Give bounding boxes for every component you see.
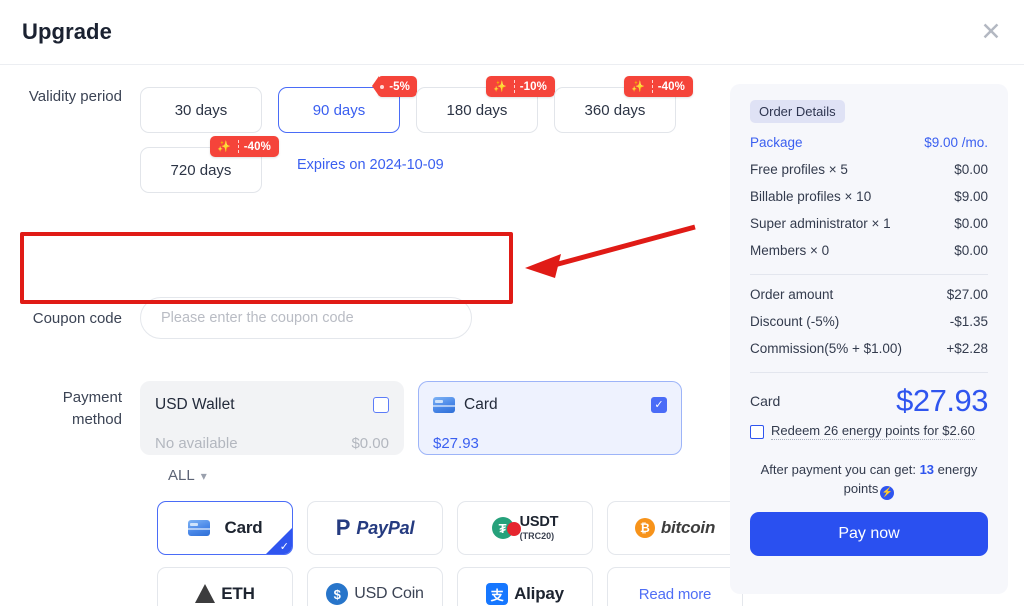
order-details-badge: Order Details (750, 100, 845, 123)
payment-filter-label: ALL (168, 467, 195, 484)
payment-card-usd-wallet[interactable]: USD Wallet No available $0.00 (140, 381, 404, 455)
bitcoin-icon: ₿ (634, 518, 655, 538)
sparkle-icon: ✨ (631, 81, 645, 93)
badge-divider (513, 80, 515, 93)
dialog-header: Upgrade ✕ (0, 0, 1024, 65)
payment-card-subtitle: No available (155, 435, 238, 452)
validity-option-30[interactable]: 30 days (140, 87, 262, 133)
order-line-package: Package $9.00 /mo. (750, 135, 988, 150)
payment-logo-eth[interactable]: ETH (157, 567, 293, 606)
payment-logo-label: USDT (519, 514, 559, 531)
payment-logo-card[interactable]: Card ✓ (157, 501, 293, 555)
payment-logo-label: USD Coin (354, 585, 424, 602)
payment-logo-alipay[interactable]: 支 Alipay (457, 567, 593, 606)
left-column: Validity period 30 days 90 days -5% 180 … (0, 65, 743, 606)
validity-options: 30 days 90 days -5% 180 days ✨ -10% 360 … (140, 76, 700, 193)
usdt-icon: ₮ (491, 517, 521, 539)
order-summary-order-amount: Order amount $27.00 (750, 287, 988, 302)
validity-option-180[interactable]: 180 days ✨ -10% (416, 76, 555, 133)
payment-logo-label: Read more (638, 585, 712, 603)
payment-card-checkbox[interactable] (373, 397, 389, 413)
alipay-icon: 支 (486, 583, 509, 605)
validity-option-720[interactable]: 720 days ✨ -40% (140, 136, 279, 193)
order-line-super-administrator: Super administrator × 1 $0.00 (750, 216, 988, 231)
payment-logo-label: bitcoin (660, 518, 716, 537)
payment-card-title: USD Wallet (155, 396, 235, 413)
order-line-billable-profiles: Billable profiles × 10 $9.00 (750, 189, 988, 204)
discount-badge: -5% (372, 76, 417, 97)
payment-logo-label: Alipay (514, 584, 564, 603)
coupon-code-label: Coupon code (32, 309, 122, 327)
payment-card-checkbox[interactable]: ✓ (651, 397, 667, 413)
payment-logo-label: Card (224, 518, 263, 537)
order-summary-discount: Discount (-5%) -$1.35 (750, 314, 988, 329)
discount-badge: ✨ -40% (210, 136, 279, 157)
validity-option-label: 90 days (312, 101, 366, 119)
badge-divider (651, 80, 653, 93)
payment-logo-grid: Card ✓ P PayPal ₮ USDT (TRC20) ₿ bitcoin (157, 501, 743, 606)
bolt-icon: ⚡ (880, 485, 895, 500)
credit-card-icon (187, 520, 210, 536)
payment-card-amount: $0.00 (351, 435, 389, 452)
pay-now-button[interactable]: Pay now (750, 511, 988, 556)
paypal-icon: P (335, 515, 351, 540)
validity-period-section: Validity period 30 days 90 days -5% 180 … (0, 76, 728, 193)
validity-option-label: 30 days (174, 101, 228, 119)
divider (750, 274, 988, 275)
energy-points-value: 13 (919, 462, 935, 477)
payment-logo-usdt[interactable]: ₮ USDT (TRC20) (457, 501, 593, 555)
validity-option-label: 720 days (170, 161, 232, 179)
redeem-checkbox[interactable] (750, 424, 764, 439)
redeem-label: Redeem 26 energy points for $2.60 (771, 423, 975, 440)
payment-method-section: Payment method USD Wallet No available $… (0, 381, 728, 455)
after-payment-note: After payment you can get: 13 energy poi… (750, 460, 988, 500)
order-total-row: Card $27.93 (750, 383, 988, 419)
payment-card-title: Card (464, 396, 498, 413)
validity-option-label: 360 days (584, 101, 646, 119)
payment-logo-label: ETH (221, 584, 255, 603)
payment-filter-dropdown[interactable]: ALL ▾ (168, 467, 207, 484)
credit-card-icon (433, 397, 455, 413)
order-total-label: Card (750, 393, 781, 409)
validity-option-label: 180 days (446, 101, 508, 119)
payment-logo-usdcoin[interactable]: $ USD Coin (307, 567, 443, 606)
order-details-panel: Order Details Package $9.00 /mo. Free pr… (730, 84, 1008, 594)
order-line-members: Members × 0 $0.00 (750, 243, 988, 258)
coupon-code-input[interactable] (140, 297, 472, 339)
expiry-text: Expires on 2024-10-09 (297, 157, 444, 173)
payment-method-cards: USD Wallet No available $0.00 Card ✓ $27… (140, 381, 682, 455)
payment-method-label: Payment method (62, 389, 122, 428)
page-title: Upgrade (22, 19, 112, 44)
validity-option-360[interactable]: 360 days ✨ -40% (554, 76, 693, 133)
payment-logo-bitcoin[interactable]: ₿ bitcoin (607, 501, 743, 555)
sparkle-icon: ✨ (493, 81, 507, 93)
payment-logo-read-more[interactable]: Read more (607, 567, 743, 606)
order-total-value: $27.93 (896, 383, 988, 418)
validity-period-label: Validity period (28, 88, 122, 105)
badge-divider (237, 140, 239, 153)
coupon-section: Coupon code (0, 297, 728, 339)
payment-logo-sublabel: (TRC20) (519, 530, 555, 541)
ethereum-icon (195, 583, 216, 603)
usdcoin-icon: $ (326, 583, 349, 605)
chevron-down-icon: ▾ (200, 468, 207, 483)
payment-card-card[interactable]: Card ✓ $27.93 (418, 381, 682, 455)
payment-logo-paypal[interactable]: P PayPal (307, 501, 443, 555)
redeem-energy-points-row[interactable]: Redeem 26 energy points for $2.60 (750, 423, 988, 440)
sparkle-icon: ✨ (217, 141, 231, 153)
divider (750, 372, 988, 373)
validity-option-90[interactable]: 90 days -5% (278, 76, 417, 133)
order-line-free-profiles: Free profiles × 5 $0.00 (750, 162, 988, 177)
payment-logo-label-group: USDT (TRC20) (520, 515, 559, 541)
upgrade-dialog: Upgrade ✕ Validity period 30 days 90 day… (0, 0, 1024, 606)
payment-card-subtitle: $27.93 (433, 435, 479, 452)
close-icon[interactable]: ✕ (976, 17, 1006, 47)
discount-badge: ✨ -40% (624, 76, 693, 97)
payment-logo-label: PayPal (356, 517, 415, 538)
order-summary-commission: Commission(5% + $1.00) +$2.28 (750, 341, 988, 356)
discount-badge: ✨ -10% (486, 76, 555, 97)
check-icon: ✓ (279, 541, 289, 553)
